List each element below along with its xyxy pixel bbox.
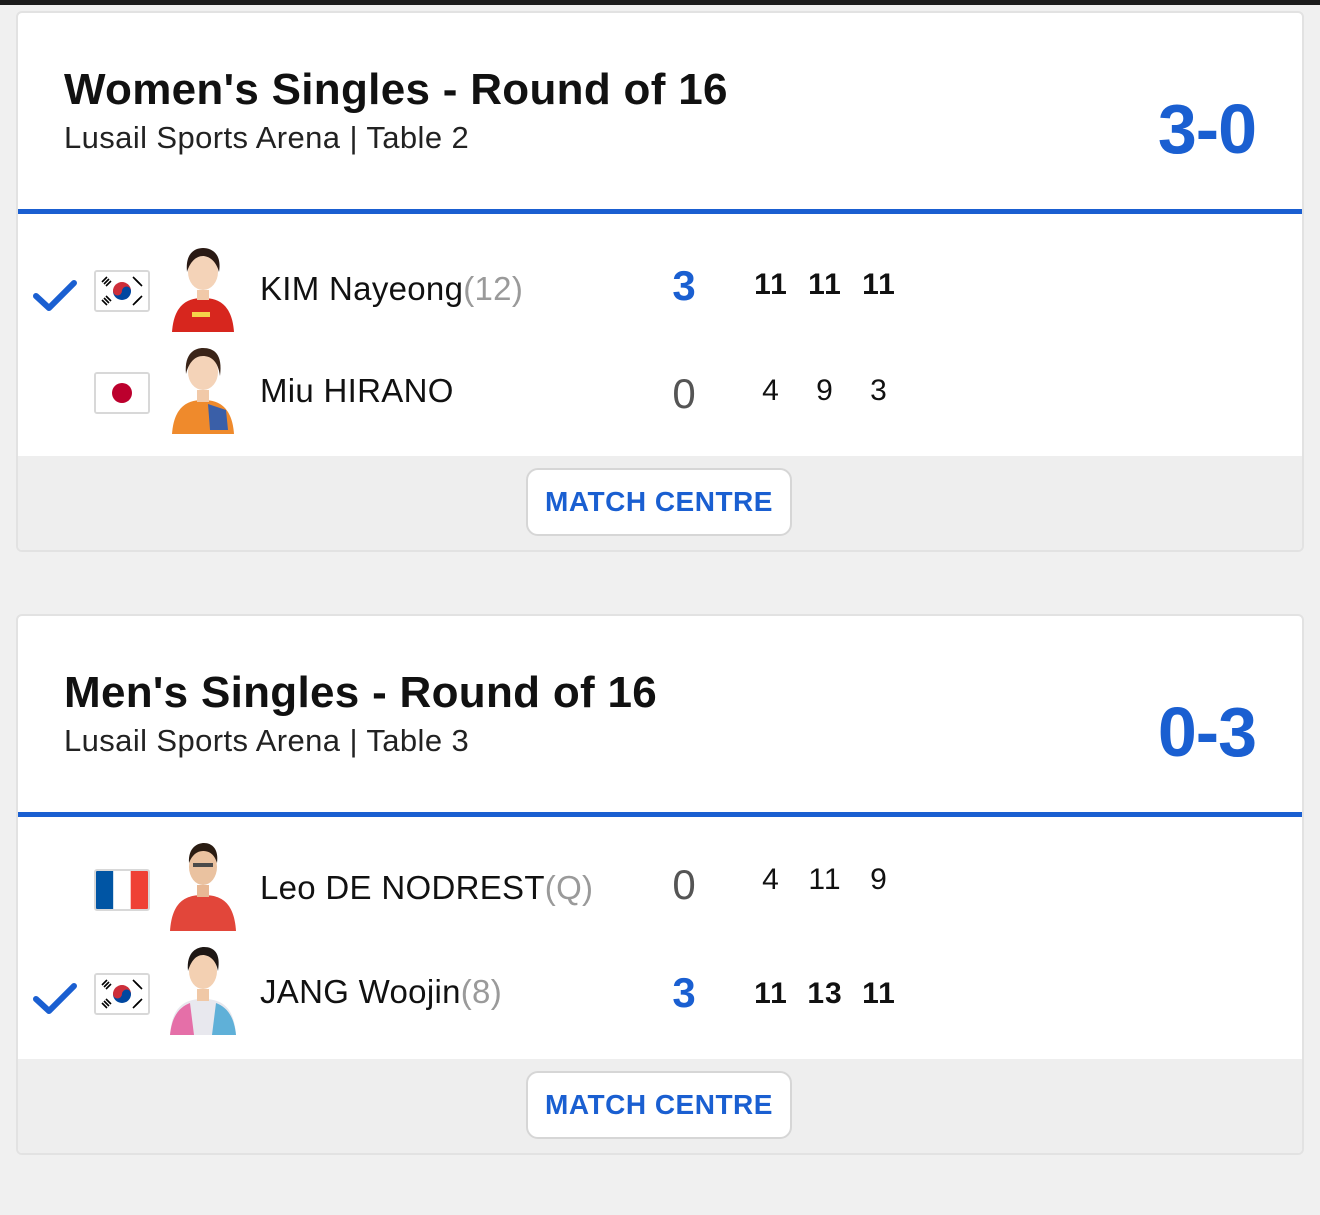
games-won: 3 (672, 969, 696, 1016)
set-score: 11 (862, 268, 896, 301)
match-card-mens-singles: Men's Singles - Round of 16 Lusail Sport… (16, 614, 1304, 1155)
player-avatar (170, 843, 236, 931)
player-seed: (8) (460, 973, 502, 1010)
player-row: Miu HIRANO 0 4 9 3 (18, 344, 1302, 444)
set-score: 11 (808, 268, 842, 301)
set-score: 11 (754, 268, 788, 301)
match-venue: Lusail Sports Arena | Table 2 (64, 120, 470, 155)
player-name[interactable]: KIM Nayeong(12) (260, 270, 523, 308)
match-title: Women's Singles - Round of 16 (64, 65, 728, 114)
player-name[interactable]: Leo DE NODREST(Q) (260, 869, 593, 907)
player-avatar (170, 947, 236, 1035)
games-won: 0 (672, 861, 696, 908)
match-centre-button[interactable]: MATCH CENTRE (526, 1071, 792, 1139)
player-row: Leo DE NODREST(Q) 0 4 11 9 (18, 841, 1302, 941)
checkmark-icon (33, 280, 77, 311)
set-score: 11 (862, 977, 896, 1010)
player-seed: (Q) (544, 869, 594, 906)
match-header: Men's Singles - Round of 16 Lusail Sport… (18, 616, 1302, 817)
games-won: 0 (672, 370, 696, 417)
set-score: 11 (754, 977, 788, 1010)
set-score: 4 (762, 374, 780, 407)
match-title: Men's Singles - Round of 16 (64, 668, 658, 717)
player-seed: (12) (463, 270, 524, 307)
match-score: 3-0 (1157, 90, 1257, 168)
set-score: 3 (870, 374, 888, 407)
player-name[interactable]: JANG Woojin(8) (260, 973, 502, 1011)
games-won: 3 (672, 262, 696, 309)
players-list: Leo DE NODREST(Q) 0 4 11 9 JANG Woojin(8… (18, 817, 1302, 1059)
match-score: 0-3 (1157, 693, 1257, 771)
players-list: KIM Nayeong(12) 3 11 11 11 Miu HIRANO 0 … (18, 214, 1302, 456)
france-flag-icon (94, 869, 150, 911)
match-venue: Lusail Sports Arena | Table 3 (64, 723, 470, 758)
korea-flag-icon (94, 270, 150, 312)
match-centre-button[interactable]: MATCH CENTRE (526, 468, 792, 536)
card-footer: MATCH CENTRE (18, 456, 1302, 550)
player-avatar (172, 248, 234, 332)
card-footer: MATCH CENTRE (18, 1059, 1302, 1153)
japan-flag-icon (94, 372, 150, 414)
set-score: 13 (807, 977, 843, 1010)
set-score: 11 (808, 863, 842, 896)
set-score: 4 (762, 863, 780, 896)
top-bar (0, 0, 1320, 5)
checkmark-icon (33, 983, 77, 1014)
match-header: Women's Singles - Round of 16 Lusail Spo… (18, 13, 1302, 214)
player-row: KIM Nayeong(12) 3 11 11 11 (18, 242, 1302, 342)
set-score: 9 (816, 374, 834, 407)
set-score: 9 (870, 863, 888, 896)
korea-flag-icon (94, 973, 150, 1015)
player-row: JANG Woojin(8) 3 11 13 11 (18, 945, 1302, 1045)
match-card-womens-singles: Women's Singles - Round of 16 Lusail Spo… (16, 11, 1304, 552)
player-name[interactable]: Miu HIRANO (260, 372, 454, 410)
player-avatar (172, 348, 234, 434)
